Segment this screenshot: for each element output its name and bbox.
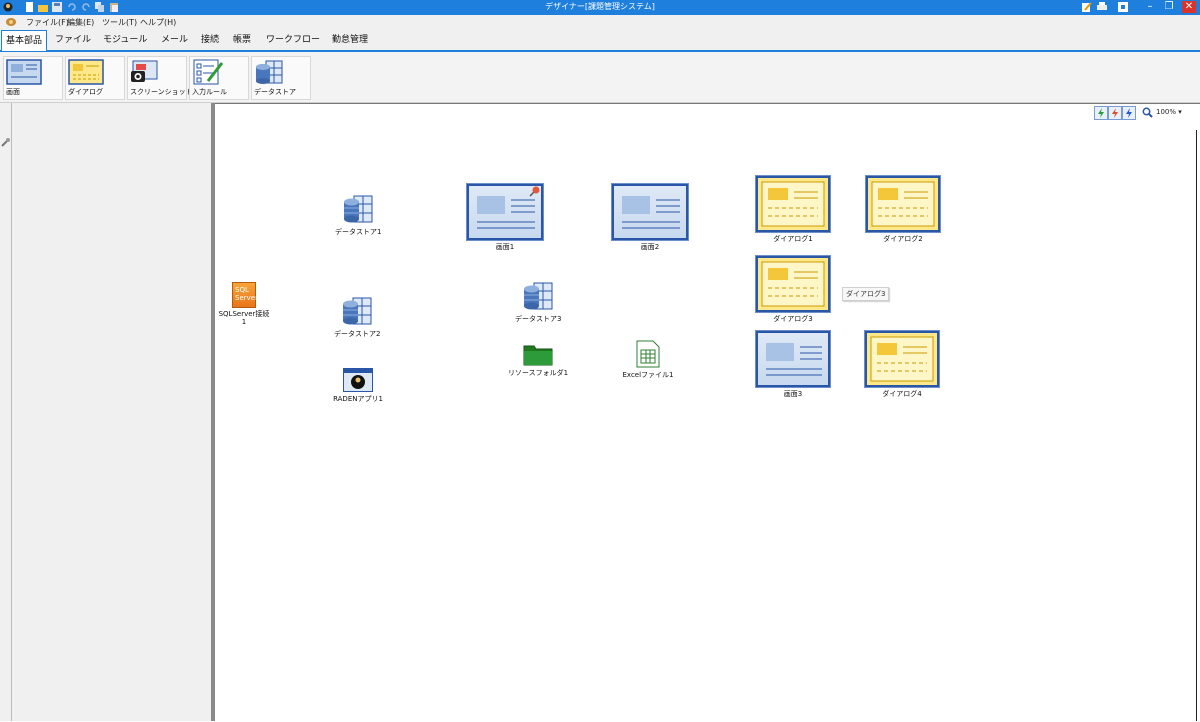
sqlserver-connection-node[interactable]: SQL Server SQLServer接続 1: [216, 282, 272, 326]
datastore-label: データストア1: [335, 228, 382, 236]
screenshot-button-label: スクリーンショット: [130, 88, 193, 96]
collapsed-toolbox-strip[interactable]: [0, 103, 12, 721]
wrench-icon[interactable]: [1, 137, 10, 150]
dialog-thumbnail: [865, 331, 939, 387]
sqlserver-label-line1: SQLServer接続: [218, 310, 270, 318]
dialog-icon: [68, 59, 104, 88]
screenshot-button[interactable]: スクリーンショット: [127, 56, 193, 100]
menu-tools[interactable]: ツール(T): [102, 17, 137, 28]
datastore-icon: [344, 195, 373, 223]
screen-thumbnail: [756, 331, 830, 387]
edit-icon[interactable]: [1082, 2, 1092, 12]
dialog-button[interactable]: ダイアログ: [65, 56, 125, 100]
zoom-level[interactable]: 100% ▾: [1156, 108, 1182, 116]
dialog-label: ダイアログ4: [882, 390, 922, 398]
dialog-node[interactable]: ダイアログ2: [864, 176, 942, 244]
blue-arrow-icon[interactable]: [1122, 106, 1136, 120]
ribbon-tabs: 基本部品 ファイル モジュール メール 接続 帳票 ワークフロー 勤怠管理: [0, 29, 1200, 52]
minimize-button[interactable]: –: [1143, 1, 1157, 13]
excel-file-icon: [636, 340, 660, 368]
red-arrow-icon[interactable]: [1108, 106, 1122, 120]
excel-file-node[interactable]: Excelファイル1: [620, 340, 676, 380]
datastore-label: データストア2: [334, 330, 381, 338]
server-text: Server: [235, 294, 258, 302]
menu-help[interactable]: ヘルプ(H): [140, 17, 176, 28]
resource-folder-label: リソースフォルダ1: [507, 369, 569, 377]
screen-button[interactable]: 画面: [3, 56, 63, 100]
window-title: デザイナー[課題管理システム]: [545, 2, 655, 11]
dialog-thumbnail: [756, 256, 830, 312]
tab-mail[interactable]: メール: [157, 32, 192, 49]
input-rule-button[interactable]: 入力ルール: [189, 56, 249, 100]
dialog-node[interactable]: ダイアログ3: [754, 256, 832, 324]
dialog-node[interactable]: ダイアログ4: [863, 331, 941, 399]
screen-button-label: 画面: [6, 88, 20, 96]
menu-edit[interactable]: 編集(E): [67, 17, 94, 28]
dialog-button-label: ダイアログ: [68, 88, 103, 96]
datastore-node[interactable]: データストア1: [335, 195, 381, 237]
datastore-label: データストア3: [515, 315, 562, 323]
screen-label: 画面3: [783, 390, 803, 398]
tab-workflow[interactable]: ワークフロー: [262, 32, 324, 49]
screen-label: 画面2: [640, 243, 660, 251]
screen-node[interactable]: 画面3: [754, 331, 832, 399]
resource-folder-node[interactable]: リソースフォルダ1: [506, 342, 570, 378]
sql-text: SQL: [235, 286, 249, 294]
close-button[interactable]: ✕: [1182, 1, 1196, 13]
camera-icon: [130, 59, 166, 88]
menu-bar: ファイル(F) 編集(E) ツール(T) ヘルプ(H): [0, 15, 1200, 29]
screen-icon: [6, 59, 42, 88]
datastore-icon: [343, 297, 372, 325]
datastore-icon: [524, 282, 553, 310]
screen-thumbnail: [612, 184, 688, 240]
screen-node[interactable]: 画面1: [466, 184, 544, 252]
tab-basic-parts[interactable]: 基本部品: [1, 30, 48, 51]
zoom-value: 100%: [1156, 108, 1177, 116]
dialog-thumbnail: [866, 176, 940, 232]
canvas-right-border: [1196, 130, 1197, 721]
input-rule-button-label: 入力ルール: [192, 88, 227, 96]
green-arrow-icon[interactable]: [1094, 106, 1108, 120]
tab-attendance[interactable]: 勤怠管理: [328, 32, 372, 49]
datastore-button-label: データストア: [254, 88, 296, 96]
tab-file[interactable]: ファイル: [51, 32, 95, 49]
tab-connection[interactable]: 接続: [197, 32, 223, 49]
tab-report[interactable]: 帳票: [229, 32, 255, 49]
raden-app-node[interactable]: RADENアプリ1: [330, 368, 386, 404]
pin-icon: [528, 186, 540, 201]
datastore-button[interactable]: データストア: [251, 56, 311, 100]
sqlserver-label-line2: 1: [241, 318, 247, 326]
dialog-thumbnail: [756, 176, 830, 232]
screen-node[interactable]: 画面2: [611, 184, 689, 252]
menu-app-icon[interactable]: [6, 17, 16, 27]
excel-file-label: Excelファイル1: [622, 371, 674, 379]
menu-file[interactable]: ファイル(F): [26, 17, 69, 28]
maximize-button[interactable]: ❐: [1162, 1, 1176, 13]
ribbon-panel: 画面 ダイアログ スクリーンショット 入力ルール データストア: [0, 52, 1200, 103]
zoom-icon[interactable]: [1142, 107, 1153, 121]
checklist-icon: [192, 59, 228, 88]
property-panel: [12, 103, 211, 721]
raden-app-label: RADENアプリ1: [333, 395, 383, 403]
print-icon[interactable]: [1097, 2, 1107, 12]
dialog-label: ダイアログ3: [773, 315, 813, 323]
datastore-icon: [254, 59, 290, 88]
dialog-label: ダイアログ2: [883, 235, 923, 243]
dialog-node[interactable]: ダイアログ1: [754, 176, 832, 244]
datastore-node[interactable]: データストア3: [515, 282, 561, 324]
folder-icon: [523, 345, 553, 366]
datastore-node[interactable]: データストア2: [334, 297, 380, 339]
sqlserver-icon: SQL Server: [232, 282, 258, 308]
tab-module[interactable]: モジュール: [99, 32, 151, 49]
screen-label: 画面1: [495, 243, 515, 251]
export-icon[interactable]: [1118, 2, 1128, 12]
dialog-label: ダイアログ1: [773, 235, 813, 243]
screen-thumbnail: [467, 184, 543, 240]
title-bar: デザイナー[課題管理システム] – ❐ ✕: [0, 0, 1200, 15]
hover-tooltip: ダイアログ3: [842, 287, 890, 301]
raden-app-icon: [343, 368, 373, 392]
sqlserver-label: SQLServer接続 1: [216, 310, 272, 326]
